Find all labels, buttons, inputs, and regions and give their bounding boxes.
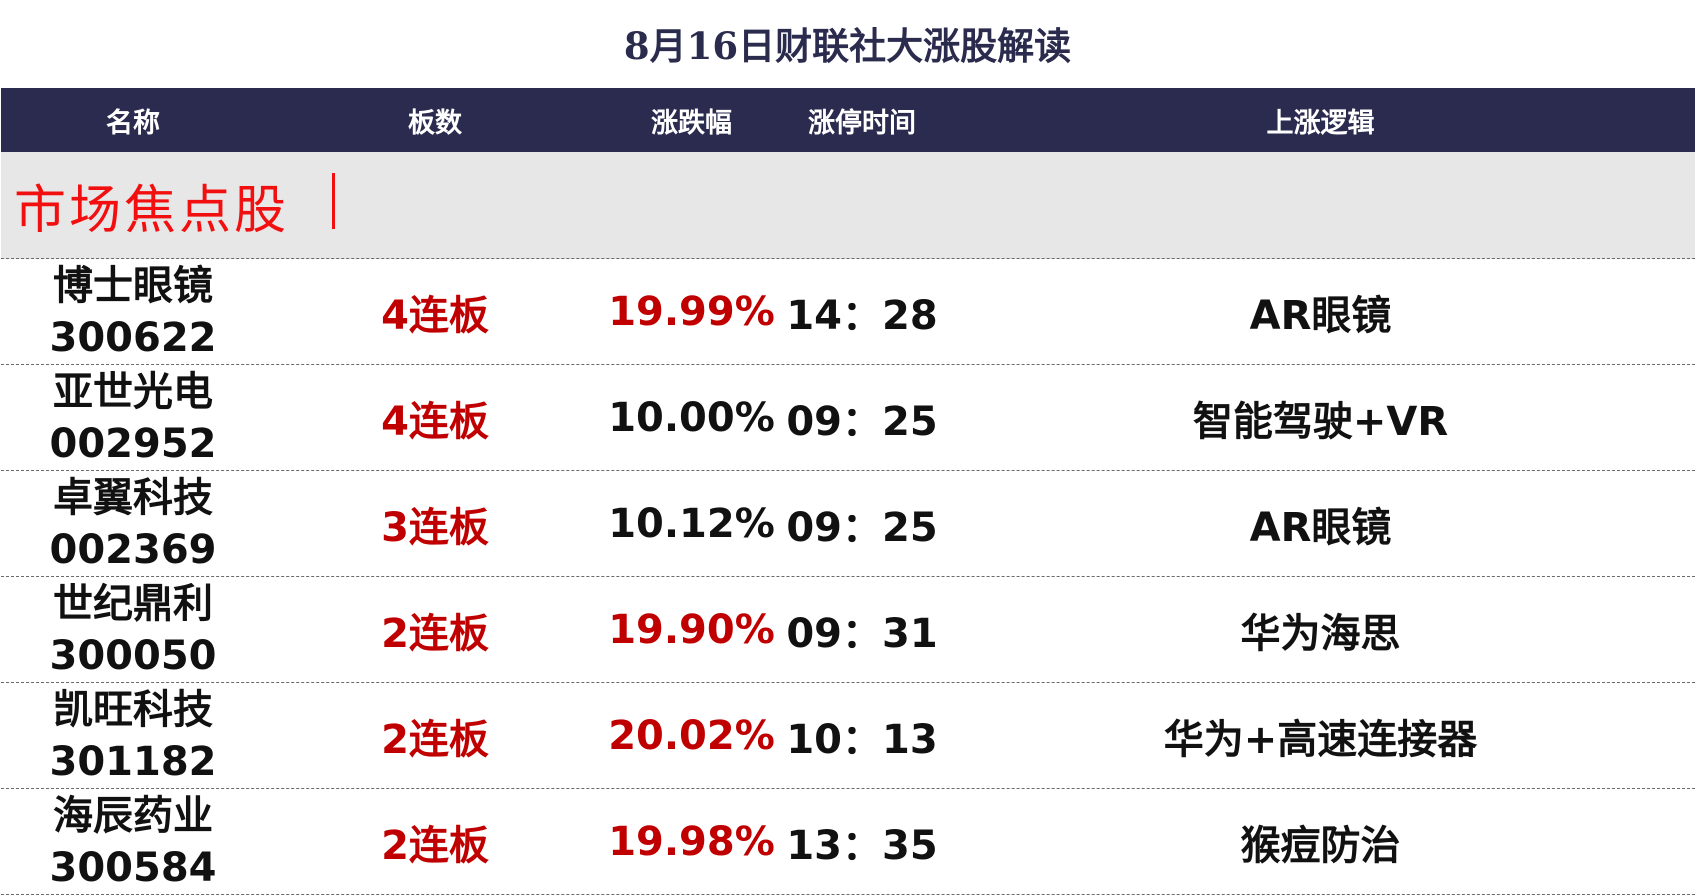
rise-logic: 华为海思 [1240,610,1401,657]
change-percent: 19.99% [608,288,775,335]
stock-name: 世纪鼎利 [53,580,213,627]
header-change: 涨跌幅 [651,107,732,139]
stock-code: 002369 [49,526,217,573]
change-percent: 19.98% [608,818,775,865]
stock-name-cell: 海辰药业 300584 [1,789,265,894]
section-row: 市场焦点股 [1,152,1695,259]
stock-name: 卓翼科技 [53,474,213,521]
stock-code: 300050 [49,632,217,679]
table-row: 博士眼镜 300622 4连板 19.99% 14：28 AR眼镜 [1,259,1695,365]
limit-up-time: 09：25 [786,398,938,445]
stock-name-cell: 世纪鼎利 300050 [1,577,265,682]
stock-code: 300584 [49,844,217,891]
stock-name-cell: 亚世光电 002952 [1,365,265,470]
limit-up-time: 10：13 [786,716,938,763]
section-divider [332,173,336,229]
board-count: 4连板 [381,292,489,339]
page-title: 8月16日财联社大涨股解读 [623,24,1072,68]
limit-up-time: 13：35 [786,822,938,869]
stock-table: 名称 板数 涨跌幅 涨停时间 上涨逻辑 市场焦点股 博士眼镜 300622 4连… [1,88,1695,895]
table-row: 亚世光电 002952 4连板 10.00% 09：25 智能驾驶+VR [1,365,1695,471]
board-count: 3连板 [381,504,489,551]
stock-code: 301182 [49,738,217,785]
board-count: 4连板 [381,398,489,445]
limit-up-time: 14：28 [786,292,938,339]
rise-logic: 猴痘防治 [1240,822,1401,869]
table-row: 凯旺科技 301182 2连板 20.02% 10：13 华为+高速连接器 [1,683,1695,789]
stock-name: 博士眼镜 [53,262,213,309]
limit-up-time: 09：25 [786,504,938,551]
header-logic: 上涨逻辑 [1266,107,1375,139]
stock-name-cell: 博士眼镜 300622 [1,259,265,364]
stock-name-cell: 凯旺科技 301182 [1,683,265,788]
section-label: 市场焦点股 [14,180,290,241]
stock-name: 海辰药业 [53,792,213,839]
change-percent: 20.02% [608,712,775,759]
stock-code: 002952 [49,420,217,467]
change-percent: 10.00% [608,394,775,441]
stock-name: 凯旺科技 [53,686,213,733]
stock-code: 300622 [49,314,217,361]
rise-logic: 智能驾驶+VR [1192,398,1449,445]
header-board: 板数 [408,107,462,139]
rise-logic: AR眼镜 [1249,292,1392,339]
table-row: 世纪鼎利 300050 2连板 19.90% 09：31 华为海思 [1,577,1695,683]
header-time: 涨停时间 [808,107,916,139]
rise-logic: AR眼镜 [1249,504,1392,551]
change-percent: 10.12% [608,500,775,547]
stock-name: 亚世光电 [53,368,213,415]
board-count: 2连板 [381,716,489,763]
table-row: 卓翼科技 002369 3连板 10.12% 09：25 AR眼镜 [1,471,1695,577]
change-percent: 19.90% [608,606,775,653]
stock-name-cell: 卓翼科技 002369 [1,471,265,576]
table-body: 博士眼镜 300622 4连板 19.99% 14：28 AR眼镜 亚世光电 0… [1,259,1695,895]
table-header: 名称 板数 涨跌幅 涨停时间 上涨逻辑 [1,88,1695,152]
rise-logic: 华为+高速连接器 [1163,716,1478,763]
limit-up-time: 09：31 [786,610,938,657]
board-count: 2连板 [381,822,489,869]
table-row: 海辰药业 300584 2连板 19.98% 13：35 猴痘防治 [1,789,1695,895]
board-count: 2连板 [381,610,489,657]
header-name: 名称 [106,107,160,139]
